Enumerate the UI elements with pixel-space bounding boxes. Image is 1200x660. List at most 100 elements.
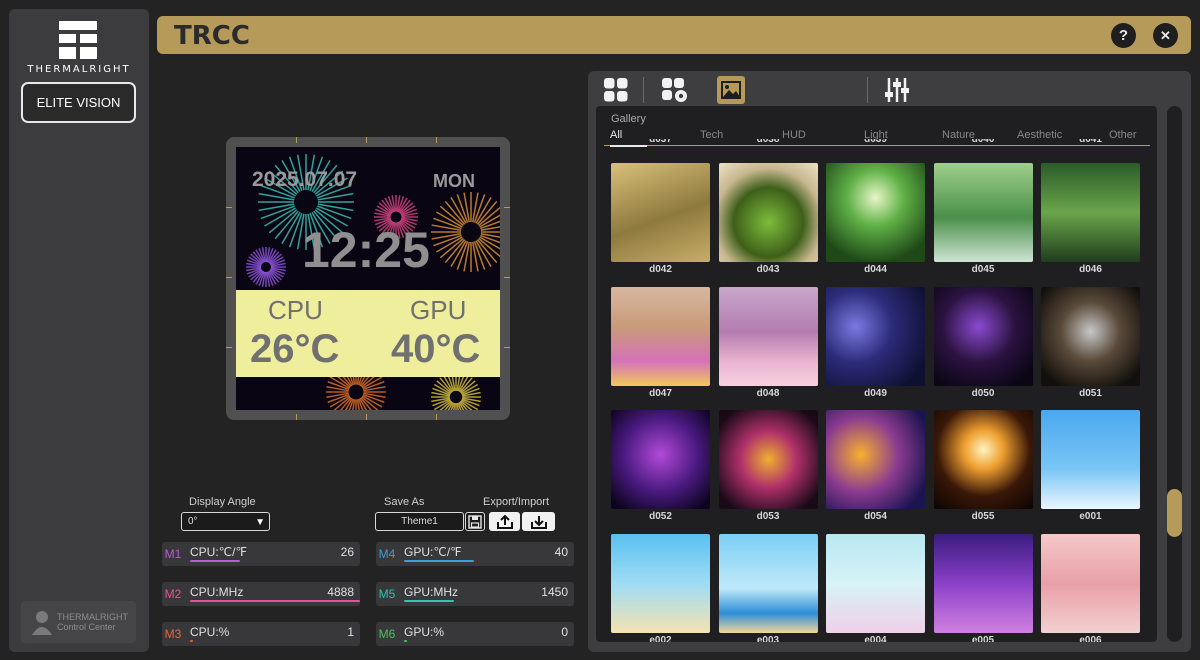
cloud-grid-icon — [662, 78, 687, 102]
theme-thumbnail-d054[interactable] — [826, 410, 925, 509]
display-angle-value: 0° — [188, 516, 198, 527]
scrollbar-thumb[interactable] — [1167, 489, 1182, 537]
theme-thumbnail-d053[interactable] — [718, 410, 818, 509]
metric-bar — [404, 600, 454, 602]
thumbnail-label: e006 — [1079, 635, 1102, 642]
metric-name: CPU:℃/℉ — [190, 545, 247, 559]
thumbnail-label: d053 — [756, 511, 780, 522]
save-button[interactable] — [465, 512, 485, 531]
theme-thumbnail-d050[interactable] — [933, 287, 1033, 386]
theme-thumbnail-d051[interactable] — [1041, 287, 1140, 386]
metric-m6[interactable]: M6 GPU:% 0 — [376, 622, 574, 646]
thumbnail-label: d042 — [649, 264, 672, 275]
theme-thumbnail-d044[interactable] — [826, 163, 925, 262]
thermalright-logo-icon — [59, 21, 97, 59]
theme-thumbnail-d048[interactable] — [718, 287, 818, 386]
grid-icon — [604, 78, 628, 102]
control-center-badge: THERMALRIGHT Control Center — [21, 601, 136, 643]
metric-name: CPU:% — [190, 625, 230, 639]
theme-thumbnail-d049[interactable] — [826, 287, 925, 386]
theme-thumbnail-e003[interactable] — [718, 534, 818, 633]
display-angle-select[interactable]: 0° ▼ — [181, 512, 270, 531]
thumbnail-label: e001 — [1079, 511, 1102, 522]
equalizer-icon-button[interactable] — [884, 76, 910, 109]
metric-value: 0 — [561, 625, 568, 639]
frame-tick — [504, 207, 510, 208]
thumbnail-label: d055 — [971, 511, 995, 522]
gallery-scrollbar[interactable] — [1167, 106, 1182, 642]
metric-bar — [190, 560, 240, 562]
thumbnail-label: d047 — [649, 388, 672, 399]
metric-tag: M3 — [164, 627, 182, 641]
lcd-screen: 2025.07.07 MON 12:25 CPU GPU 26°C 40°C — [236, 147, 500, 410]
thermalright-logo: THERMALRIGHT — [9, 15, 149, 77]
thumbnail-label: d049 — [864, 388, 887, 399]
metric-m3[interactable]: M3 CPU:% 1 — [162, 622, 360, 646]
cloud-grid-icon-button[interactable] — [661, 77, 689, 108]
temperature-panel: CPU GPU 26°C 40°C — [236, 290, 500, 377]
image-icon — [721, 81, 741, 99]
preview-date: 2025.07.07 — [252, 168, 358, 191]
thumbnail-label: d052 — [649, 511, 672, 522]
frame-tick — [436, 414, 437, 420]
metric-name: CPU:MHz — [190, 585, 244, 599]
frame-tick — [226, 347, 232, 348]
theme-thumbnail-d042[interactable] — [611, 163, 710, 262]
trcc-app: THERMALRIGHT ELITE VISION THERMALRIGHT C… — [0, 0, 1200, 660]
thumbnail-label: d050 — [971, 388, 995, 399]
frame-tick — [436, 137, 437, 143]
preview-day: MON — [433, 171, 475, 191]
image-icon-button[interactable] — [717, 76, 745, 104]
frame-tick — [226, 277, 232, 278]
frame-tick — [504, 347, 510, 348]
theme-thumbnail-e005[interactable] — [933, 534, 1033, 633]
frame-tick — [366, 137, 367, 143]
metric-tag: M4 — [378, 547, 396, 561]
theme-thumbnail-d055[interactable] — [933, 410, 1033, 509]
metric-value: 4888 — [327, 585, 354, 599]
export-icon — [496, 514, 513, 529]
app-title: TRCC — [174, 21, 250, 51]
metric-bar — [190, 600, 360, 602]
brand-wordmark: THERMALRIGHT — [27, 64, 131, 75]
metric-bar — [404, 560, 474, 562]
theme-thumbnail-e001[interactable] — [1041, 410, 1140, 509]
thumbnail-label: e005 — [971, 635, 995, 642]
metric-value: 26 — [340, 545, 354, 559]
metric-tag: M1 — [164, 547, 182, 561]
grid-icon-button[interactable] — [603, 77, 629, 108]
display-angle-label: Display Angle — [189, 496, 256, 508]
help-button[interactable]: ? — [1111, 23, 1136, 48]
save-as-input[interactable]: Theme1 — [375, 512, 464, 531]
theme-thumbnail-d052[interactable] — [611, 410, 710, 509]
metric-tag: M5 — [378, 587, 396, 601]
theme-thumbnail-d043[interactable] — [718, 163, 818, 262]
theme-thumbnail-e004[interactable] — [826, 534, 925, 633]
toolbar-divider — [643, 77, 644, 103]
close-button[interactable]: ✕ — [1153, 23, 1178, 48]
theme-thumbnail-e006[interactable] — [1041, 534, 1140, 633]
toolbar-divider — [867, 77, 868, 103]
theme-thumbnail-d045[interactable] — [933, 163, 1033, 262]
user-icon — [31, 609, 53, 635]
export-button[interactable] — [489, 512, 520, 531]
metric-m4[interactable]: M4 GPU:℃/℉ 40 — [376, 542, 574, 566]
metric-m1[interactable]: M1 CPU:℃/℉ 26 — [162, 542, 360, 566]
metric-m5[interactable]: M5 GPU:MHz 1450 — [376, 582, 574, 606]
thumbnail-label: e004 — [864, 635, 887, 642]
metric-m2[interactable]: M2 CPU:MHz 4888 — [162, 582, 360, 606]
badge-line-1: THERMALRIGHT — [57, 612, 129, 622]
theme-thumbnail-d046[interactable] — [1041, 163, 1140, 262]
frame-tick — [504, 277, 510, 278]
thumbnail-label: d044 — [864, 264, 887, 275]
theme-thumbnail-d047[interactable] — [611, 287, 710, 386]
category-divider — [604, 145, 1150, 146]
metric-name: GPU:MHz — [404, 585, 458, 599]
frame-tick — [296, 137, 297, 143]
frame-tick — [366, 414, 367, 420]
device-button-elite-vision[interactable]: ELITE VISION — [21, 82, 136, 123]
import-button[interactable] — [522, 512, 555, 531]
theme-thumbnail-e002[interactable] — [611, 534, 710, 633]
metric-name: GPU:℃/℉ — [404, 545, 462, 559]
save-as-label: Save As — [384, 496, 425, 508]
